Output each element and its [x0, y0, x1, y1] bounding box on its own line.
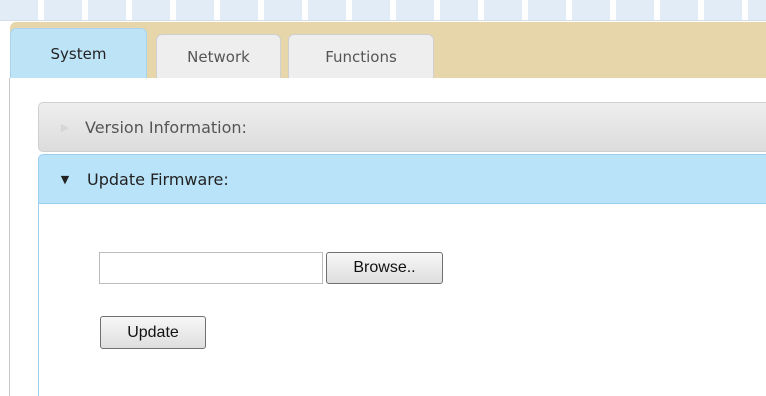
version-information-label: Version Information: [85, 117, 247, 137]
tab-functions[interactable]: Functions [288, 34, 434, 78]
version-information-header[interactable]: ▶ Version Information: [38, 102, 766, 152]
tab-system[interactable]: System [10, 28, 147, 78]
firmware-file-input[interactable] [99, 252, 323, 284]
update-button[interactable]: Update [100, 316, 206, 349]
triangle-right-icon: ▶ [60, 120, 70, 134]
tab-system-label: System [50, 44, 107, 63]
tab-bar: System Network Functions [10, 22, 766, 78]
tab-network[interactable]: Network [156, 34, 281, 78]
browse-button[interactable]: Browse.. [326, 252, 443, 284]
update-firmware-header[interactable]: ▼ Update Firmware: [38, 154, 766, 204]
update-firmware-panel: Browse.. Update [38, 204, 766, 396]
triangle-down-icon: ▼ [60, 172, 70, 186]
tab-content-frame: ▶ Version Information: ▼ Update Firmware… [9, 78, 766, 396]
update-firmware-label: Update Firmware: [87, 169, 229, 189]
top-decorative-strip [0, 0, 766, 21]
tab-network-label: Network [187, 47, 250, 66]
tab-functions-label: Functions [325, 47, 397, 66]
